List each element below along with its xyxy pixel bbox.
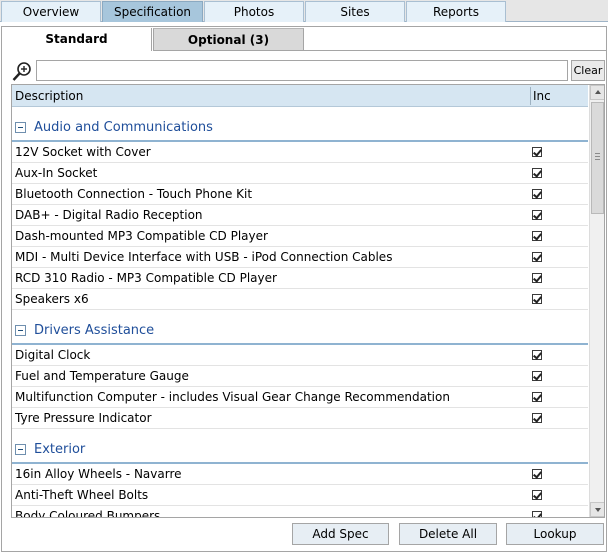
column-separator bbox=[530, 87, 531, 105]
row-description: Fuel and Temperature Gauge bbox=[15, 369, 189, 383]
include-checkbox[interactable] bbox=[532, 371, 542, 381]
column-header-description[interactable]: Description bbox=[15, 85, 83, 107]
table-row[interactable]: Dash-mounted MP3 Compatible CD Player bbox=[12, 226, 588, 247]
include-checkbox[interactable] bbox=[532, 147, 542, 157]
include-checkbox[interactable] bbox=[532, 350, 542, 360]
subtab-divider bbox=[304, 50, 606, 51]
include-checkbox[interactable] bbox=[532, 210, 542, 220]
include-checkbox[interactable] bbox=[532, 413, 542, 423]
row-description: RCD 310 Radio - MP3 Compatible CD Player bbox=[15, 271, 277, 285]
collapse-icon[interactable] bbox=[15, 444, 26, 455]
table-row[interactable]: Bluetooth Connection - Touch Phone Kit bbox=[12, 184, 588, 205]
group-header-audio: Audio and Communications bbox=[12, 107, 588, 142]
grip-line bbox=[595, 153, 600, 154]
row-description: Tyre Pressure Indicator bbox=[15, 411, 152, 425]
table-row[interactable]: Aux-In Socket bbox=[12, 163, 588, 184]
grid-rows: Audio and Communications 12V Socket with… bbox=[12, 107, 588, 517]
specification-panel: Standard Optional (3) Clear Description … bbox=[1, 26, 607, 552]
grip-line bbox=[595, 156, 600, 157]
specification-grid: Description Inc Audio and Communications… bbox=[11, 84, 605, 518]
scrollbar-thumb[interactable] bbox=[591, 102, 604, 214]
group-header-exterior: Exterior bbox=[12, 429, 588, 464]
table-row[interactable]: RCD 310 Radio - MP3 Compatible CD Player bbox=[12, 268, 588, 289]
tab-reports[interactable]: Reports bbox=[406, 1, 506, 22]
table-row[interactable]: Tyre Pressure Indicator bbox=[12, 408, 588, 429]
table-row[interactable]: DAB+ - Digital Radio Reception bbox=[12, 205, 588, 226]
group-title: Audio and Communications bbox=[34, 120, 213, 135]
include-checkbox[interactable] bbox=[532, 189, 542, 199]
row-description: Multifunction Computer - includes Visual… bbox=[15, 390, 450, 404]
zoom-search-icon[interactable] bbox=[11, 61, 33, 83]
include-checkbox[interactable] bbox=[532, 469, 542, 479]
delete-all-button[interactable]: Delete All bbox=[399, 523, 497, 545]
row-description: Speakers x6 bbox=[15, 292, 89, 306]
subtab-optional[interactable]: Optional (3) bbox=[153, 28, 304, 51]
row-description: Digital Clock bbox=[15, 348, 91, 362]
group-title: Exterior bbox=[34, 442, 86, 457]
column-header-inc[interactable]: Inc bbox=[533, 85, 551, 107]
include-checkbox[interactable] bbox=[532, 231, 542, 241]
table-row[interactable]: Anti-Theft Wheel Bolts bbox=[12, 485, 588, 506]
row-description: DAB+ - Digital Radio Reception bbox=[15, 208, 203, 222]
row-description: 16in Alloy Wheels - Navarre bbox=[15, 467, 182, 481]
row-description: 12V Socket with Cover bbox=[15, 145, 151, 159]
lookup-button[interactable]: Lookup bbox=[506, 523, 604, 545]
top-nav-bar: Overview Specification Photos Sites Repo… bbox=[0, 0, 608, 22]
table-row[interactable]: MDI - Multi Device Interface with USB - … bbox=[12, 247, 588, 268]
tab-photos[interactable]: Photos bbox=[204, 1, 304, 22]
table-row[interactable]: 12V Socket with Cover bbox=[12, 142, 588, 163]
include-checkbox[interactable] bbox=[532, 294, 542, 304]
group-title: Drivers Assistance bbox=[34, 323, 155, 338]
table-row[interactable]: Fuel and Temperature Gauge bbox=[12, 366, 588, 387]
row-description: Bluetooth Connection - Touch Phone Kit bbox=[15, 187, 253, 201]
add-spec-button[interactable]: Add Spec bbox=[292, 523, 389, 545]
include-checkbox[interactable] bbox=[532, 490, 542, 500]
row-description: Anti-Theft Wheel Bolts bbox=[15, 488, 149, 502]
table-row[interactable]: Speakers x6 bbox=[12, 289, 588, 310]
include-checkbox[interactable] bbox=[532, 273, 542, 283]
row-description: MDI - Multi Device Interface with USB - … bbox=[15, 250, 393, 264]
tab-specification[interactable]: Specification bbox=[102, 1, 203, 22]
scroll-down-arrow-icon[interactable] bbox=[590, 502, 604, 517]
search-input[interactable] bbox=[36, 60, 568, 81]
subtab-standard[interactable]: Standard bbox=[2, 28, 152, 51]
clear-button[interactable]: Clear bbox=[571, 60, 605, 81]
scroll-up-arrow-icon[interactable] bbox=[590, 85, 604, 100]
table-row[interactable]: Multifunction Computer - includes Visual… bbox=[12, 387, 588, 408]
include-checkbox[interactable] bbox=[532, 392, 542, 402]
table-row[interactable]: 16in Alloy Wheels - Navarre bbox=[12, 464, 588, 485]
collapse-icon[interactable] bbox=[15, 122, 26, 133]
row-description: Dash-mounted MP3 Compatible CD Player bbox=[15, 229, 268, 243]
include-checkbox[interactable] bbox=[532, 511, 542, 517]
tab-sites[interactable]: Sites bbox=[305, 1, 405, 22]
row-description: Body Coloured Bumpers bbox=[15, 509, 161, 517]
table-row[interactable]: Body Coloured Bumpers bbox=[12, 506, 588, 517]
row-description: Aux-In Socket bbox=[15, 166, 98, 180]
collapse-icon[interactable] bbox=[15, 325, 26, 336]
vertical-scrollbar[interactable] bbox=[589, 85, 604, 517]
grid-header: Description Inc bbox=[12, 85, 588, 107]
grip-line bbox=[595, 159, 600, 160]
include-checkbox[interactable] bbox=[532, 168, 542, 178]
include-checkbox[interactable] bbox=[532, 252, 542, 262]
table-row[interactable]: Digital Clock bbox=[12, 345, 588, 366]
group-header-drivers-assistance: Drivers Assistance bbox=[12, 310, 588, 345]
tab-overview[interactable]: Overview bbox=[1, 1, 101, 22]
